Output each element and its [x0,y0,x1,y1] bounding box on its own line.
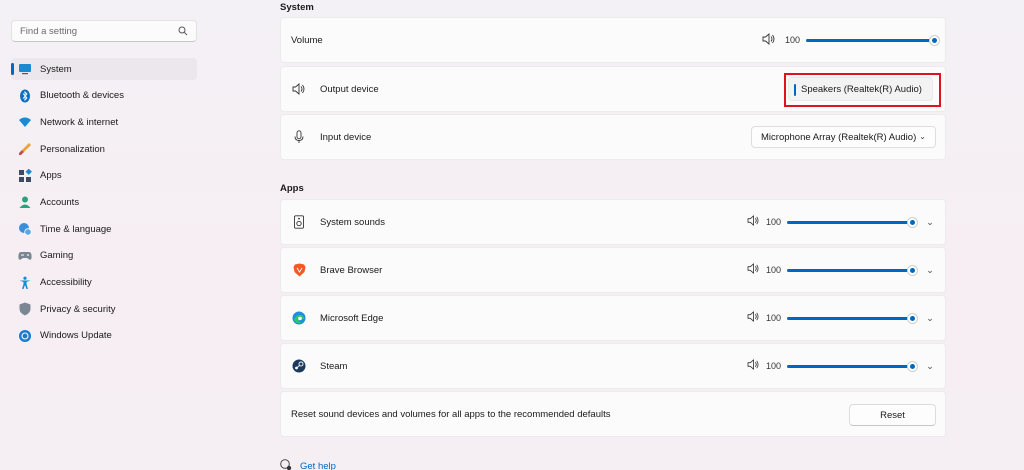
sidebar-item-accounts[interactable]: Accounts [11,191,197,213]
speaker-icon[interactable] [762,32,776,48]
search-icon [178,26,188,36]
app-row-edge[interactable]: Microsoft Edge 100 ⌄ [280,295,946,341]
app-row-brave[interactable]: Brave Browser 100 ⌄ [280,247,946,293]
bluetooth-icon [18,89,32,103]
get-help-label[interactable]: Get help [300,461,336,470]
brave-icon [292,263,306,277]
section-title-system: System [280,2,314,13]
slider-thumb[interactable] [930,35,940,45]
get-help-link[interactable]: Get help [280,459,336,470]
app-name: System sounds [320,216,385,228]
sidebar-item-label: Bluetooth & devices [40,90,124,102]
volume-label: Volume [291,34,323,46]
sidebar-nav: System Bluetooth & devices Network & int… [11,58,197,352]
app-volume-control: 100 [747,311,918,325]
app-volume-value: 100 [766,361,782,371]
account-icon [18,195,32,209]
brush-icon [18,142,32,156]
globe-clock-icon [18,222,32,236]
app-volume-control: 100 [747,263,918,277]
app-volume-control: 100 [747,215,918,229]
sidebar-item-windows-update[interactable]: Windows Update [11,325,197,347]
input-device-dropdown[interactable]: Microphone Array (Realtek(R) Audio) ⌄ [751,126,936,148]
chevron-down-icon[interactable]: ⌄ [925,361,935,371]
update-icon [18,329,32,343]
reset-card: Reset sound devices and volumes for all … [280,391,946,437]
sidebar-item-label: Accounts [40,196,80,208]
app-volume-slider[interactable] [787,217,918,227]
app-volume-control: 100 [747,359,918,373]
sidebar: Find a setting System Bluetooth & device… [0,0,210,470]
sidebar-item-label: Windows Update [40,330,112,342]
sidebar-item-network[interactable]: Network & internet [11,111,197,133]
speaker-icon [292,82,306,96]
speaker-icon[interactable] [747,215,760,229]
app-volume-value: 100 [766,313,782,323]
sidebar-item-accessibility[interactable]: Accessibility [11,272,197,294]
sidebar-item-system[interactable]: System [11,58,197,80]
microphone-icon [292,130,306,144]
sidebar-item-label: Personalization [40,143,105,155]
sidebar-item-label: Time & language [40,223,112,235]
sidebar-item-label: Privacy & security [40,303,116,315]
app-name: Brave Browser [320,264,383,276]
edge-icon [292,311,306,325]
chevron-down-icon[interactable]: ⌄ [925,313,935,323]
sidebar-item-apps[interactable]: Apps [11,165,197,187]
app-row-system-sounds[interactable]: System sounds 100 ⌄ [280,199,946,245]
app-row-steam[interactable]: Steam 100 ⌄ [280,343,946,389]
app-volume-slider[interactable] [787,265,918,275]
reset-description: Reset sound devices and volumes for all … [291,408,611,420]
speaker-icon[interactable] [747,311,760,325]
help-icon [280,459,292,470]
master-volume-slider[interactable] [806,35,940,45]
speaker-icon[interactable] [747,263,760,277]
app-volume-slider[interactable] [787,361,918,371]
section-title-apps: Apps [280,183,304,194]
output-device-label: Output device [320,83,379,95]
sidebar-item-label: Accessibility [40,277,92,288]
volume-value: 100 [785,35,801,45]
input-device-card: Input device Microphone Array (Realtek(R… [280,114,946,160]
system-icon [18,62,32,76]
chevron-down-icon: ⌄ [919,132,926,141]
chevron-down-icon[interactable]: ⌄ [925,217,935,227]
input-device-label: Input device [320,131,372,143]
app-name: Microsoft Edge [320,312,384,324]
sidebar-item-time-language[interactable]: Time & language [11,218,197,240]
app-volume-value: 100 [766,265,782,275]
wifi-icon [18,115,32,129]
slider-thumb[interactable] [908,217,918,227]
slider-thumb[interactable] [908,265,918,275]
sidebar-item-personalization[interactable]: Personalization [11,138,197,160]
steam-icon [292,359,306,373]
gamepad-icon [18,249,32,263]
app-volume-value: 100 [766,217,782,227]
sidebar-item-label: Network & internet [40,116,119,128]
slider-thumb[interactable] [908,313,918,323]
accessibility-icon [18,276,32,290]
sidebar-item-label: Apps [40,170,62,182]
speaker-box-icon [292,215,306,229]
speaker-icon[interactable] [747,359,760,373]
apps-icon [18,168,32,183]
slider-thumb[interactable] [908,361,918,371]
app-volume-slider[interactable] [787,313,918,323]
app-name: Steam [320,360,348,372]
sidebar-item-gaming[interactable]: Gaming [11,245,197,267]
search-input[interactable]: Find a setting [20,26,178,37]
sidebar-item-bluetooth[interactable]: Bluetooth & devices [11,85,197,107]
search-box[interactable]: Find a setting [11,20,197,42]
input-device-value: Microphone Array (Realtek(R) Audio) [761,131,917,143]
master-volume-control: 100 [762,32,940,48]
reset-button[interactable]: Reset [849,404,936,426]
shield-icon [18,302,32,316]
sidebar-item-privacy-security[interactable]: Privacy & security [11,298,197,320]
highlight-box [784,73,941,107]
volume-card: Volume 100 [280,17,946,63]
sidebar-item-label: System [40,63,72,75]
chevron-down-icon[interactable]: ⌄ [925,265,935,275]
sidebar-item-label: Gaming [40,250,74,262]
